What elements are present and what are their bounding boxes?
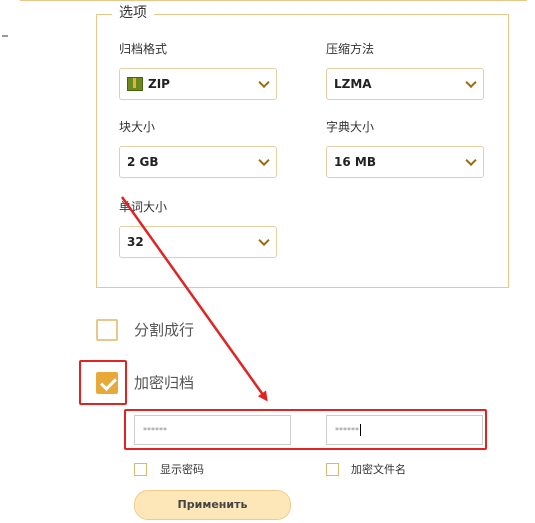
chevron-down-icon [258,154,270,167]
encrypt-filenames-label: 加密文件名 [351,463,406,476]
archive-format-label: 归档格式 [119,42,168,56]
archive-format-select[interactable]: ZIP [119,68,277,100]
word-size-value: 32 [127,235,144,249]
encrypt-filenames-checkbox[interactable] [326,463,339,476]
split-archive-label: 分割成行 [134,321,195,339]
dictionary-size-label: 字典大小 [326,120,375,134]
word-size-label: 单词大小 [119,200,168,214]
compression-method-label: 压缩方法 [326,42,375,56]
split-archive-checkbox[interactable] [96,319,118,341]
block-size-select[interactable]: 2 GB [119,146,277,178]
top-divider [20,0,527,1]
chevron-down-icon [258,234,270,247]
archive-format-value: ZIP [148,77,170,91]
dictionary-size-select[interactable]: 16 MB [326,146,484,178]
compression-method-select[interactable]: LZMA [326,68,484,100]
annotation-highlight-checkbox [79,360,127,405]
options-legend: 选项 [112,4,154,22]
apply-button[interactable]: Применить [134,490,291,520]
annotation-highlight-passwords [124,409,487,450]
word-size-select[interactable]: 32 [119,226,277,258]
compression-method-value: LZMA [334,77,372,91]
block-size-label: 块大小 [119,120,156,134]
show-password-label: 显示密码 [160,463,204,476]
dictionary-size-value: 16 MB [334,155,376,169]
edge-mark [2,35,8,37]
show-password-checkbox[interactable] [134,463,147,476]
encrypt-archive-label: 加密归档 [134,374,195,392]
block-size-value: 2 GB [127,155,159,169]
chevron-down-icon [465,76,477,89]
chevron-down-icon [465,154,477,167]
chevron-down-icon [258,76,270,89]
zip-archive-icon [127,77,143,91]
